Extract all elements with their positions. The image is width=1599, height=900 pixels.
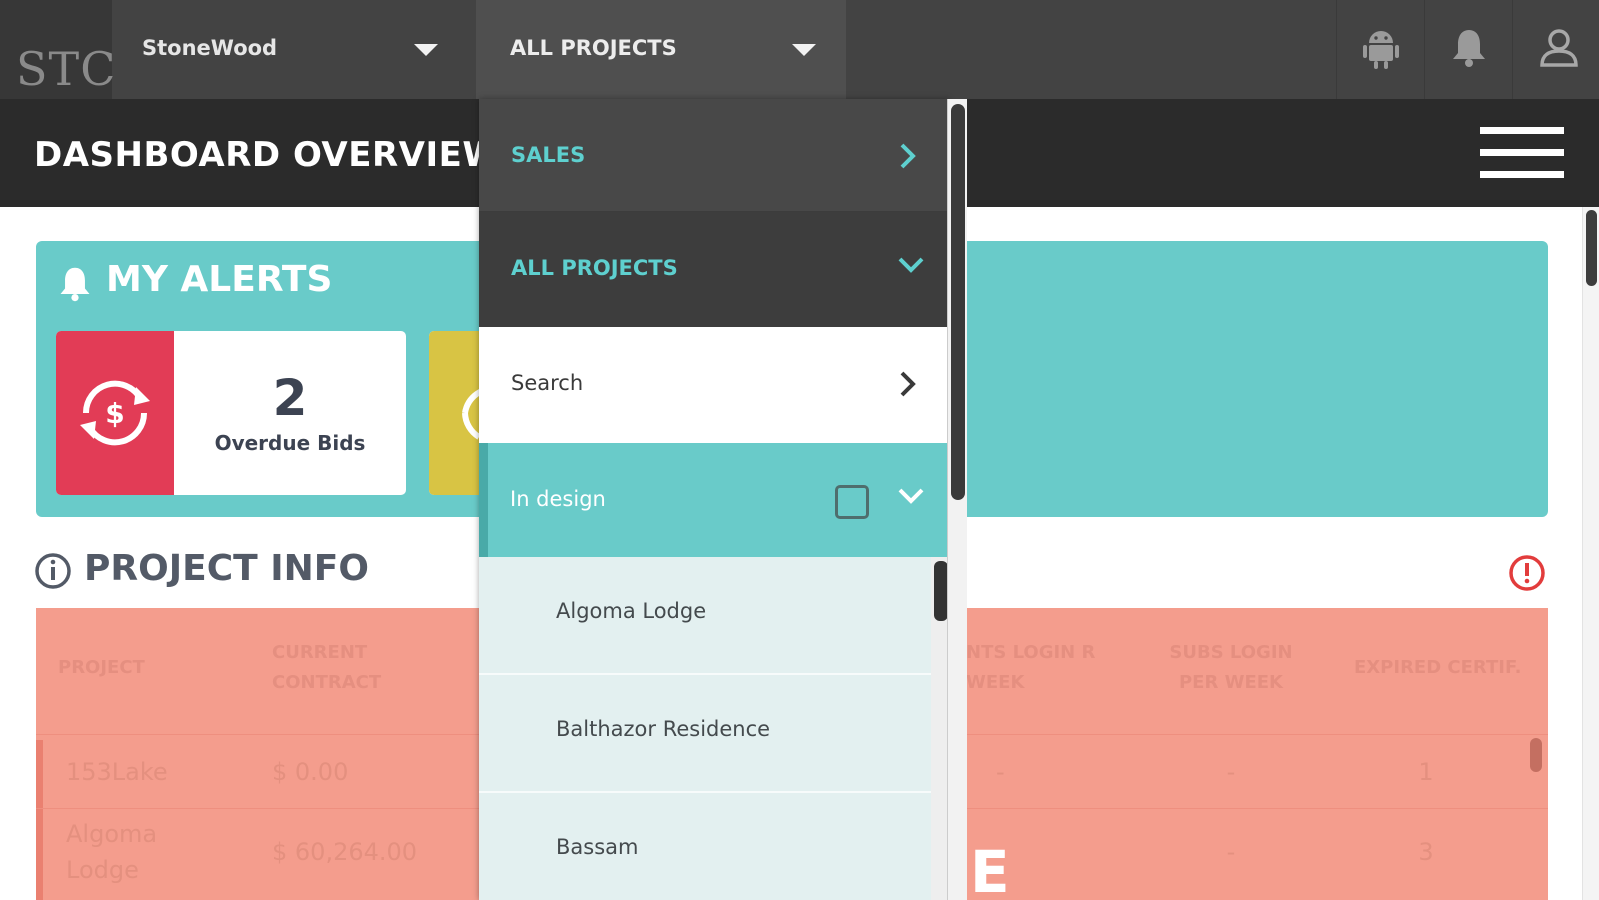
dropdown-scrollbar-thumb[interactable] — [951, 104, 965, 500]
dropdown-item-sales[interactable]: SALES — [479, 99, 949, 212]
dropdown-item-label: SALES — [511, 143, 586, 167]
alert-icon-box: $ — [56, 331, 174, 495]
chevron-right-icon — [900, 143, 916, 169]
hamburger-icon[interactable] — [1480, 127, 1564, 179]
company-selector[interactable]: StoneWood — [112, 0, 476, 99]
svg-text:$: $ — [105, 397, 124, 430]
dropdown-item-all-projects[interactable]: ALL PROJECTS — [479, 212, 949, 327]
clients-login-value: E — [970, 838, 1010, 900]
chevron-down-icon — [898, 488, 924, 504]
search-label: Search — [511, 371, 584, 395]
projects-dropdown: SALES ALL PROJECTS Search In design Algo… — [479, 99, 949, 900]
group-label: In design — [510, 487, 606, 511]
android-icon — [1363, 31, 1399, 69]
page-scrollbar-thumb[interactable] — [1586, 210, 1597, 286]
project-list-item[interactable]: Algoma Lodge — [479, 557, 931, 675]
warning-icon[interactable] — [1508, 554, 1546, 592]
caret-down-icon — [792, 44, 816, 56]
project-list-item[interactable]: Bassam — [479, 793, 931, 900]
project-list-scrollbar[interactable] — [934, 561, 948, 621]
dollar-cycle-icon: $ — [80, 380, 150, 446]
column-header-project[interactable]: PROJECT — [58, 653, 145, 683]
column-header-current-contract[interactable]: CURRENT CONTRACT — [272, 638, 422, 698]
alert-card-overdue-bids[interactable]: $ 2 Overdue Bids — [56, 331, 406, 495]
company-label: StoneWood — [142, 36, 278, 60]
project-info-title: PROJECT INFO — [84, 548, 369, 589]
bell-icon — [60, 267, 90, 302]
top-bar: STC StoneWood ALL PROJECTS — [0, 0, 1599, 99]
chevron-right-icon — [900, 371, 916, 397]
notifications-button[interactable] — [1424, 0, 1512, 99]
caret-down-icon — [414, 44, 438, 56]
page-scrollbar-track[interactable] — [1582, 207, 1599, 900]
project-selector[interactable]: ALL PROJECTS — [476, 0, 846, 99]
column-header-subs-login[interactable]: SUBS LOGIN PER WEEK — [1156, 638, 1306, 698]
alert-count: 2 — [272, 369, 308, 427]
group-checkbox[interactable] — [835, 485, 869, 519]
info-icon — [35, 553, 71, 589]
table-scrollbar[interactable] — [1530, 738, 1542, 772]
project-name: Balthazor Residence — [556, 717, 771, 741]
cell-contract: $ 60,264.00 — [272, 838, 418, 866]
logo: STC — [16, 42, 117, 96]
alert-label: Overdue Bids — [214, 431, 366, 455]
column-header-clients-login[interactable]: NTS LOGIN R WEEK — [966, 638, 1116, 698]
cell-clients-login: - — [996, 758, 1005, 786]
alerts-title: MY ALERTS — [106, 259, 333, 300]
cell-contract: $ 0.00 — [272, 758, 349, 786]
logo-container[interactable]: STC — [0, 0, 115, 99]
row-highlight-stripe — [36, 740, 43, 900]
project-list-item[interactable]: Balthazor Residence — [479, 675, 931, 793]
page-title: DASHBOARD OVERVIEW — [34, 135, 501, 175]
project-selector-label: ALL PROJECTS — [510, 36, 677, 60]
project-name: Algoma Lodge — [556, 599, 707, 623]
cell-expired: 3 — [1418, 838, 1434, 866]
project-name: Bassam — [556, 835, 639, 859]
cell-subs-login: - — [1226, 758, 1236, 786]
cell-subs-login: - — [1226, 838, 1236, 866]
android-button[interactable] — [1336, 0, 1424, 99]
cell-project: 153Lake — [66, 758, 168, 786]
dropdown-search[interactable]: Search — [479, 327, 949, 443]
cell-expired: 1 — [1418, 758, 1434, 786]
column-header-expired-certif[interactable]: EXPIRED CERTIF. — [1354, 653, 1521, 683]
user-menu-button[interactable] — [1512, 0, 1599, 99]
user-icon — [1540, 29, 1578, 67]
project-list: Algoma Lodge Balthazor Residence Bassam — [479, 557, 931, 900]
dropdown-item-label: ALL PROJECTS — [511, 256, 678, 280]
dropdown-group-in-design[interactable]: In design — [479, 443, 949, 557]
cell-project: Algoma Lodge — [66, 820, 158, 884]
bell-icon — [1453, 30, 1485, 67]
chevron-down-icon — [898, 257, 924, 273]
